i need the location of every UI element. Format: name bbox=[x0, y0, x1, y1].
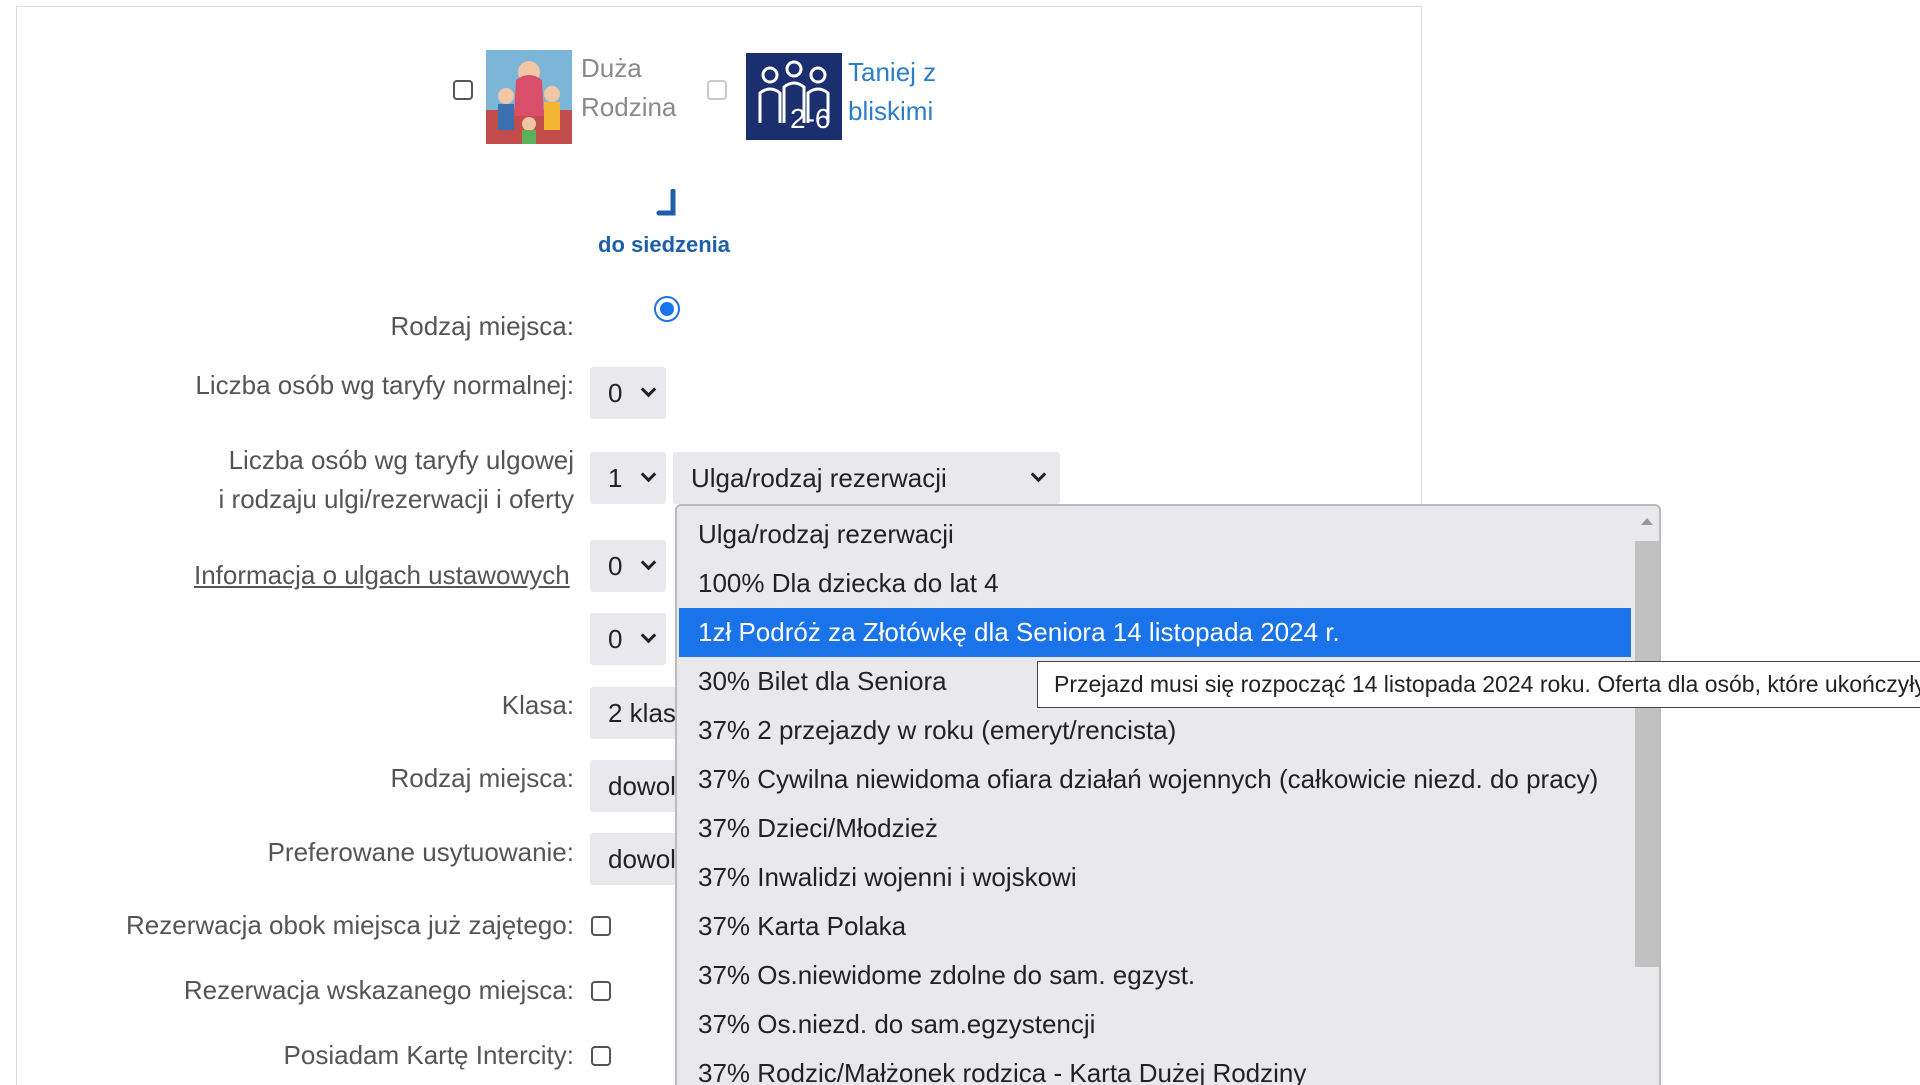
dropdown-option[interactable]: 37% Inwalidzi wojenni i wojskowi bbox=[679, 853, 1631, 902]
group-size-badge: 2-6 bbox=[790, 103, 831, 134]
option-tooltip: Przejazd musi się rozpocząć 14 listopada… bbox=[1037, 661, 1920, 708]
dropdown-option[interactable]: 37% Rodzic/Małżonek rodzica - Karta Duże… bbox=[679, 1049, 1631, 1085]
family-illustration-icon bbox=[486, 50, 572, 144]
dropdown-option[interactable]: 37% Os.niewidome zdolne do sam. egzyst. bbox=[679, 951, 1631, 1000]
extra-discount-select-2[interactable]: 0 bbox=[590, 613, 666, 665]
reduced-fare-select[interactable]: 1 bbox=[590, 452, 666, 504]
group-people-icon: 2-6 bbox=[746, 53, 842, 140]
discount-type-value: Ulga/rodzaj rezerwacji bbox=[691, 463, 947, 493]
normal-fare-select[interactable]: 0 bbox=[590, 367, 666, 419]
extra-discount-value-2: 0 bbox=[608, 624, 623, 654]
reduced-fare-value: 1 bbox=[608, 463, 623, 493]
normal-fare-label: Liczba osób wg taryfy normalnej: bbox=[195, 370, 574, 400]
chevron-down-icon bbox=[640, 466, 657, 483]
seat-kind-label: Rodzaj miejsca: bbox=[390, 763, 574, 793]
taniej-z-bliskimi-checkbox[interactable] bbox=[707, 80, 727, 100]
discount-dropdown-list[interactable]: Ulga/rodzaj rezerwacji 100% Dla dziecka … bbox=[675, 504, 1661, 1085]
statutory-discounts-info-link[interactable]: Informacja o ulgach ustawowych bbox=[194, 560, 570, 591]
scroll-up-arrow-icon[interactable] bbox=[1641, 518, 1653, 525]
intercity-card-label: Posiadam Kartę Intercity: bbox=[283, 1040, 574, 1070]
dropdown-option[interactable]: 100% Dla dziecka do lat 4 bbox=[679, 559, 1631, 608]
dropdown-option[interactable]: 37% Dzieci/Młodzież bbox=[679, 804, 1631, 853]
scrollbar-thumb[interactable] bbox=[1635, 541, 1659, 967]
dropdown-scrollbar[interactable] bbox=[1632, 506, 1659, 1085]
chevron-down-icon bbox=[640, 627, 657, 644]
duza-rodzina-label-line1: Duża bbox=[581, 53, 642, 83]
duza-rodzina-checkbox[interactable] bbox=[453, 80, 473, 100]
class-label: Klasa: bbox=[501, 690, 574, 720]
screen: Duża Rodzina 2-6 Taniej z bliskimi do si… bbox=[0, 0, 1920, 1085]
specific-seat-label: Rezerwacja wskazanego miejsca: bbox=[183, 975, 574, 1005]
next-to-taken-seat-checkbox[interactable] bbox=[591, 916, 611, 936]
taniej-z-bliskimi-label-line1[interactable]: Taniej z bbox=[848, 53, 936, 92]
rodzaj-miejsca-label: Rodzaj miejsca: bbox=[390, 311, 574, 341]
dropdown-option[interactable]: Ulga/rodzaj rezerwacji bbox=[679, 510, 1631, 559]
normal-fare-value: 0 bbox=[608, 378, 623, 408]
reduced-fare-label-line1: Liczba osób wg taryfy ulgowej bbox=[228, 445, 574, 475]
next-to-taken-seat-label: Rezerwacja obok miejsca już zajętego: bbox=[126, 910, 574, 940]
extra-discount-value-1: 0 bbox=[608, 551, 623, 581]
seat-caption: do siedzenia bbox=[598, 232, 731, 257]
specific-seat-checkbox[interactable] bbox=[591, 981, 611, 1001]
dropdown-option-selected[interactable]: 1zł Podróż za Złotówkę dla Seniora 14 li… bbox=[679, 608, 1631, 657]
dropdown-option[interactable]: 37% Karta Polaka bbox=[679, 902, 1631, 951]
chevron-down-icon bbox=[640, 381, 657, 398]
preferred-position-label: Preferowane usytuowanie: bbox=[267, 837, 574, 867]
reduced-fare-label-line2: i rodzaju ulgi/rezerwacji i oferty bbox=[218, 484, 574, 514]
intercity-card-checkbox[interactable] bbox=[591, 1046, 611, 1066]
duza-rodzina-label-line2: Rodzina bbox=[581, 92, 677, 122]
dropdown-option[interactable]: 37% Cywilna niewidoma ofiara działań woj… bbox=[679, 755, 1631, 804]
seat-icon bbox=[655, 188, 681, 226]
chevron-down-icon bbox=[1030, 466, 1047, 483]
taniej-z-bliskimi-label-line2[interactable]: bliskimi bbox=[848, 92, 933, 131]
chevron-down-icon bbox=[640, 554, 657, 571]
dropdown-option[interactable]: 37% Os.niezd. do sam.egzystencji bbox=[679, 1000, 1631, 1049]
extra-discount-select-1[interactable]: 0 bbox=[590, 540, 666, 592]
seat-type-radio[interactable] bbox=[654, 296, 680, 322]
discount-type-select[interactable]: Ulga/rodzaj rezerwacji bbox=[673, 452, 1060, 504]
dropdown-option[interactable]: 37% 2 przejazdy w roku (emeryt/rencista) bbox=[679, 706, 1631, 755]
